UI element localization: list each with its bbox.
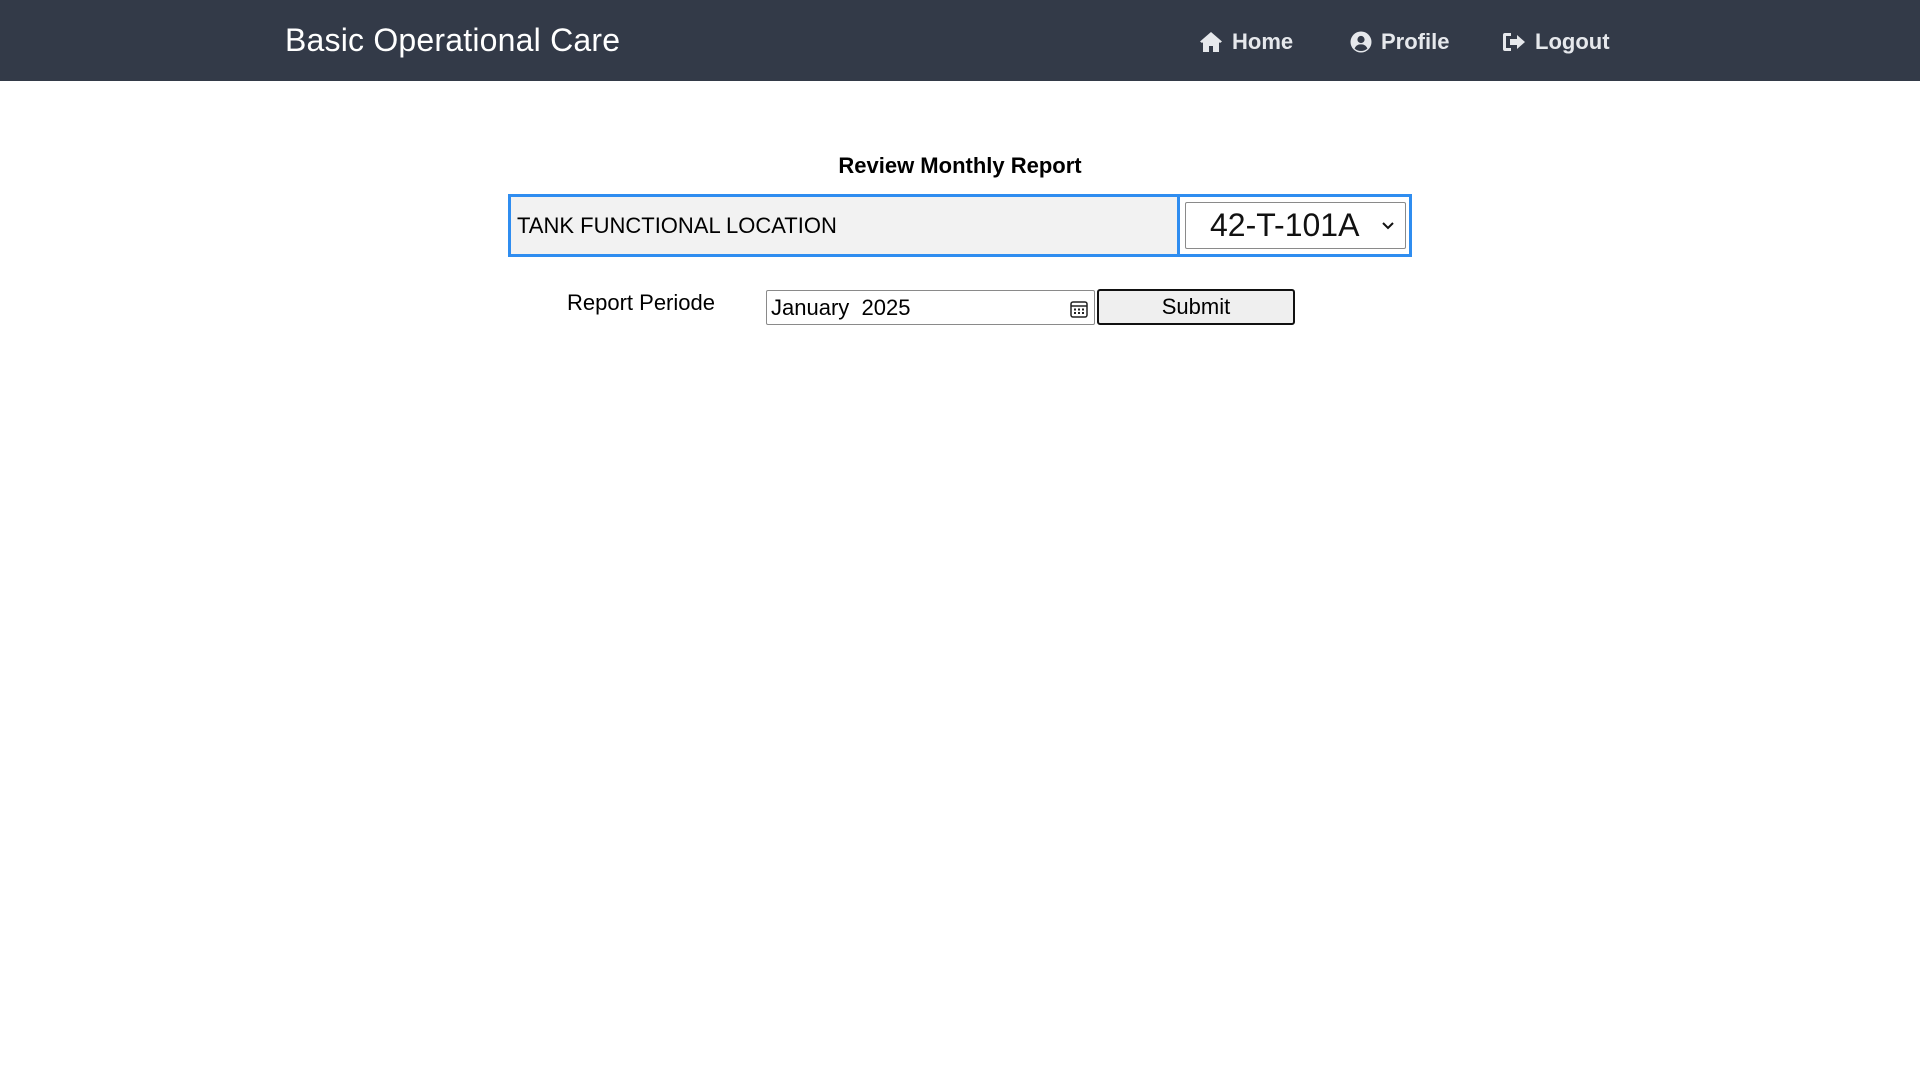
nav-profile-label: Profile — [1381, 29, 1450, 54]
location-panel: TANK FUNCTIONAL LOCATION 42-T-101A — [508, 194, 1412, 257]
report-period-label: Report Periode — [567, 290, 715, 315]
nav-logout-link[interactable]: Logout — [1502, 26, 1610, 58]
sign-out-icon — [1502, 31, 1526, 53]
submit-button[interactable]: Submit — [1097, 289, 1295, 325]
chevron-down-icon — [1381, 218, 1395, 236]
top-navbar: Basic Operational Care Home Profile Logo… — [0, 0, 1920, 81]
page-title: Review Monthly Report — [838, 153, 1082, 178]
nav-logout-label: Logout — [1535, 29, 1610, 54]
location-select[interactable]: 42-T-101A — [1185, 202, 1406, 249]
report-period-value: January 2025 — [771, 294, 911, 320]
report-period-input[interactable]: January 2025 — [766, 290, 1095, 325]
calendar-icon[interactable] — [1070, 298, 1088, 324]
home-icon — [1199, 31, 1223, 53]
nav-home-link[interactable]: Home — [1199, 26, 1293, 58]
brand-title[interactable]: Basic Operational Care — [285, 22, 620, 59]
nav-home-label: Home — [1232, 29, 1294, 54]
user-circle-icon — [1350, 31, 1372, 53]
location-select-value: 42-T-101A — [1210, 207, 1360, 243]
nav-profile-link[interactable]: Profile — [1350, 26, 1449, 58]
location-label: TANK FUNCTIONAL LOCATION — [511, 197, 1180, 254]
